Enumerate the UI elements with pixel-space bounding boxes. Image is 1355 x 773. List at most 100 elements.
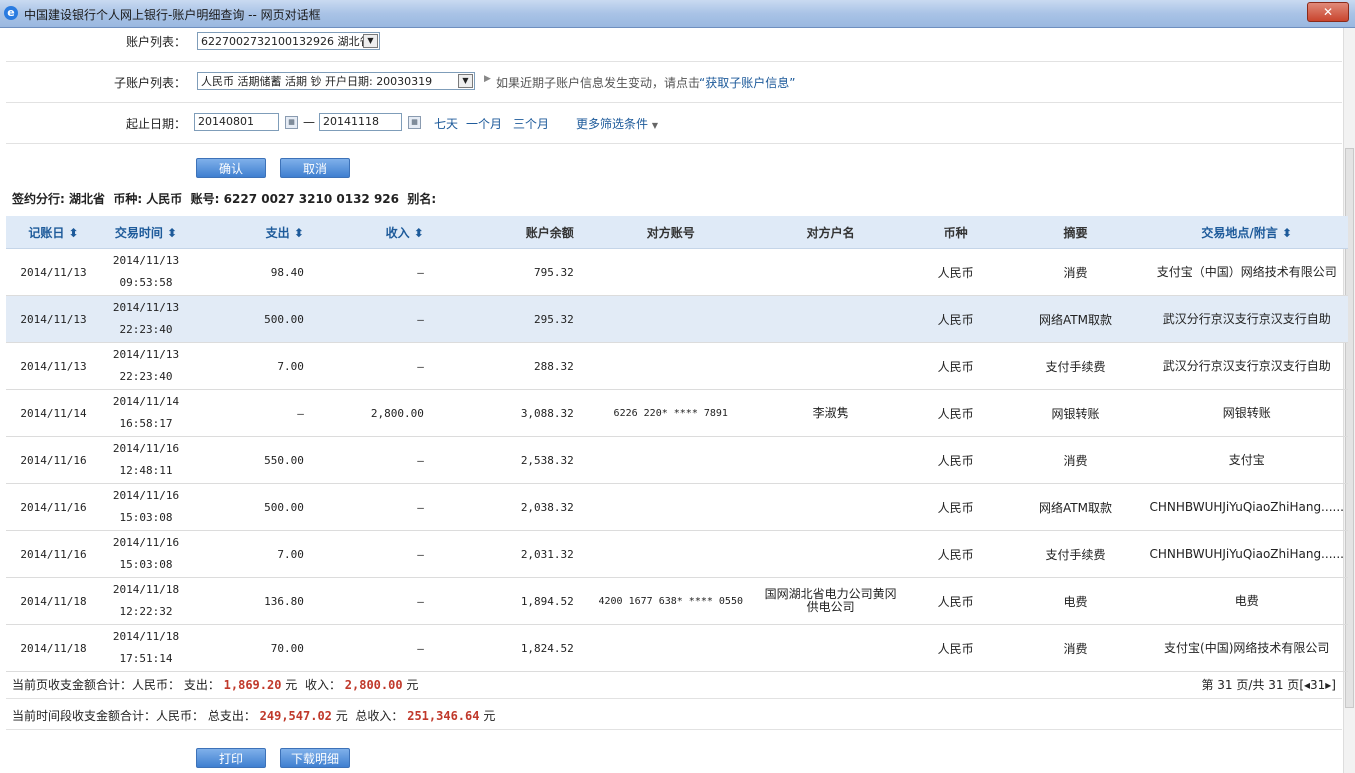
cell-counter-name (755, 483, 906, 531)
cell-currency: 人民币 (905, 530, 1006, 578)
table-row[interactable]: 2014/11/13 2014/11/13 09:53:58 98.40—795.32… (6, 248, 1348, 296)
period-summary-label: 当前时间段收支金额合计：人民币： 总支出： (12, 709, 256, 723)
col-header-balance: 账户余额 (435, 216, 586, 249)
calendar-icon[interactable]: ▦ (285, 116, 298, 129)
print-button[interactable]: 打印 (196, 748, 266, 768)
cell-out: 7.00 (190, 530, 316, 578)
sort-icon: ⬍ (1282, 225, 1293, 240)
cell-time-date: 2014/11/13 (112, 254, 180, 267)
account-select[interactable]: 6227002732100132926 湖北省 ▼ (197, 32, 380, 50)
account-row: 账户列表： 6227002732100132926 湖北省 ▼ (6, 28, 1342, 62)
table-row[interactable]: 2014/11/16 2014/11/16 15:03:08 7.00—2,031.3… (6, 530, 1348, 578)
currency-unit: 元 (483, 709, 496, 723)
close-button[interactable]: ✕ (1307, 2, 1349, 22)
subaccount-label: 子账户列表： (113, 76, 186, 90)
currency-unit: 元 (335, 709, 348, 723)
table-row[interactable]: 2014/11/13 2014/11/13 22:23:40 7.00—288.32 人… (6, 342, 1348, 390)
more-filters-link[interactable]: 更多筛选条件 ▼ (576, 115, 658, 132)
cell-time-clock: 16:58:17 (119, 417, 173, 430)
quick-range-7days[interactable]: 七天 (434, 115, 458, 132)
cell-time: 2014/11/13 09:53:58 (100, 248, 191, 296)
period-summary: 当前时间段收支金额合计：人民币： 总支出： 249,547.02 元 总收入： … (12, 707, 495, 724)
cell-time-date: 2014/11/13 (112, 348, 180, 361)
sort-icon: ⬍ (68, 225, 79, 240)
cell-balance: 295.32 (435, 295, 586, 343)
cell-counter-name (755, 295, 906, 343)
cell-time-date: 2014/11/16 (112, 536, 180, 549)
cell-date: 2014/11/16 (6, 530, 101, 578)
subaccount-hint: 如果近期子账户信息发生变动，请点击 (496, 76, 701, 90)
cell-counter-name (755, 248, 906, 296)
quick-range-3months[interactable]: 三个月 (513, 115, 549, 132)
date-row: 起止日期： 20140801 ▦ — 20141118 ▦ 七天 一个月 三个月… (6, 103, 1342, 144)
pager-control[interactable]: [◂31▸] (1299, 678, 1336, 692)
cell-place: 支付宝 (1145, 436, 1348, 484)
cell-place: 武汉分行京汉支行京汉支行自助 (1145, 342, 1348, 390)
refresh-subaccount-link[interactable]: “获取子账户信息” (699, 74, 795, 91)
cell-place: 电费 (1145, 577, 1348, 625)
cell-memo: 支付手续费 (1005, 342, 1146, 390)
date-label: 起止日期： (125, 117, 186, 131)
date-separator: — (303, 115, 315, 129)
cell-counter-account (585, 342, 756, 390)
cell-memo: 电费 (1005, 577, 1146, 625)
sort-icon: ⬍ (413, 225, 424, 240)
start-date-input[interactable]: 20140801 (194, 113, 279, 131)
cell-currency: 人民币 (905, 248, 1006, 296)
table-row[interactable]: 2014/11/18 2014/11/18 12:22:32 136.80—1,894… (6, 577, 1348, 625)
col-header-out[interactable]: 支出 ⬍ (190, 216, 316, 249)
cell-in: — (315, 436, 436, 484)
cell-counter-account: 6226 220* **** 7891 (585, 389, 756, 437)
cell-date: 2014/11/14 (6, 389, 101, 437)
cell-memo: 网银转账 (1005, 389, 1146, 437)
col-header-time[interactable]: 交易时间 ⬍ (100, 216, 191, 249)
cell-balance: 3,088.32 (435, 389, 586, 437)
chevron-down-icon: ▼ (363, 34, 378, 48)
table-row[interactable]: 2014/11/13 2014/11/13 22:23:40 500.00—295.3… (6, 295, 1348, 343)
cell-in: — (315, 483, 436, 531)
cell-balance: 2,038.32 (435, 483, 586, 531)
table-row[interactable]: 2014/11/14 2014/11/14 16:58:17 —2,800.00 3,0… (6, 389, 1348, 437)
download-button[interactable]: 下载明细 (280, 748, 350, 768)
period-total-in: 251,346.64 (407, 709, 480, 723)
cell-counter-account (585, 530, 756, 578)
cell-currency: 人民币 (905, 295, 1006, 343)
cell-place: 武汉分行京汉支行京汉支行自助 (1145, 295, 1348, 343)
subaccount-select[interactable]: 人民币 活期储蓄 活期 钞 开户日期: 20030319 ▼ (197, 72, 475, 90)
cell-time: 2014/11/16 12:48:11 (100, 436, 191, 484)
transaction-table: 记账日 ⬍ 交易时间 ⬍ 支出 ⬍ 收入 ⬍ 账户余额 对方账号 对方户名 币种… (6, 216, 1348, 672)
table-row[interactable]: 2014/11/16 2014/11/16 12:48:11 550.00—2,538… (6, 436, 1348, 484)
account-label: 账户列表： (125, 35, 186, 49)
page-total-out: 1,869.20 (223, 678, 282, 692)
cell-time-date: 2014/11/14 (112, 395, 180, 408)
currency-unit: 元 (406, 678, 419, 692)
cell-time-clock: 15:03:08 (119, 511, 173, 524)
cell-out: — (190, 389, 316, 437)
table-row[interactable]: 2014/11/16 2014/11/16 15:03:08 500.00—2,038… (6, 483, 1348, 531)
quick-range-1month[interactable]: 一个月 (466, 115, 502, 132)
cell-counter-account: 4200 1677 638* **** 0550 (585, 577, 756, 625)
confirm-button[interactable]: 确认 (196, 158, 266, 178)
period-in-label: 总收入： (355, 709, 404, 723)
calendar-icon[interactable]: ▦ (408, 116, 421, 129)
cell-currency: 人民币 (905, 436, 1006, 484)
end-date-input[interactable]: 20141118 (319, 113, 402, 131)
col-header-in[interactable]: 收入 ⬍ (315, 216, 436, 249)
pager: 第 31 页/共 31 页[◂31▸] (1201, 676, 1336, 693)
col-header-place[interactable]: 交易地点/附言 ⬍ (1145, 216, 1348, 249)
cell-memo: 消费 (1005, 248, 1146, 296)
sort-icon: ⬍ (293, 225, 304, 240)
cancel-button[interactable]: 取消 (280, 158, 350, 178)
account-info: 签约分行: 湖北省 币种: 人民币 账号: 6227 0027 3210 013… (12, 192, 437, 206)
col-header-memo: 摘要 (1005, 216, 1146, 249)
cell-counter-account (585, 436, 756, 484)
cell-time-clock: 12:22:32 (119, 605, 173, 618)
col-header-currency: 币种 (905, 216, 1006, 249)
col-header-date[interactable]: 记账日 ⬍ (6, 216, 101, 249)
col-header-counter-name: 对方户名 (755, 216, 906, 249)
cell-balance: 2,031.32 (435, 530, 586, 578)
sort-icon: ⬍ (167, 225, 178, 240)
cell-date: 2014/11/13 (6, 342, 101, 390)
cell-date: 2014/11/13 (6, 295, 101, 343)
cell-currency: 人民币 (905, 342, 1006, 390)
